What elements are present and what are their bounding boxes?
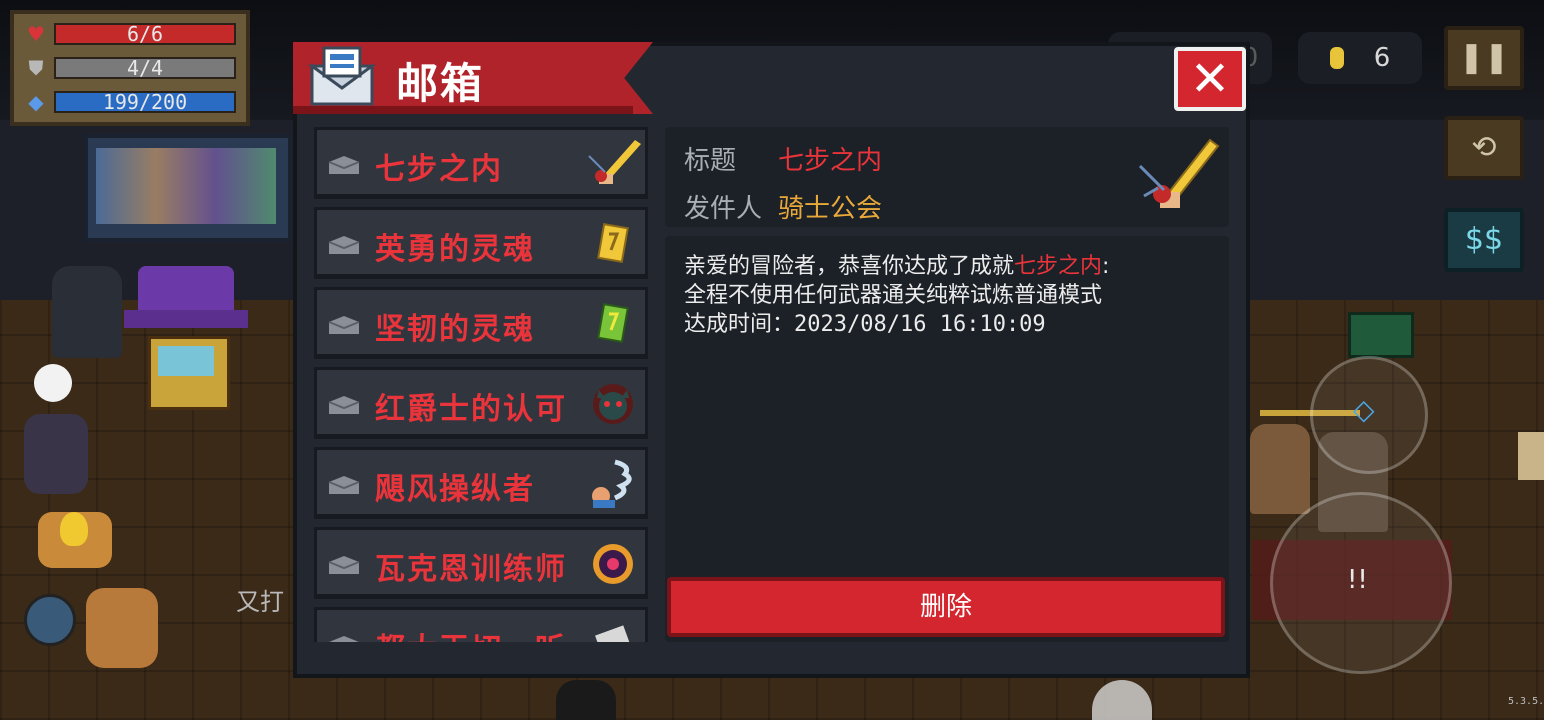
close-button[interactable]: ✕ bbox=[1174, 47, 1246, 111]
swap-icon: ⟲ bbox=[1471, 130, 1497, 165]
green-screen bbox=[1348, 312, 1414, 358]
body-line-3: 达成时间：2023/08/16 16:10:09 bbox=[684, 312, 1046, 337]
hp-bar: 6/6 bbox=[54, 23, 236, 45]
mail-item-label: 坚韧的灵魂 bbox=[375, 312, 535, 347]
bear-character bbox=[86, 588, 158, 668]
flame-orb-icon bbox=[593, 544, 633, 584]
title-value: 七步之内 bbox=[778, 146, 883, 176]
wall-sign bbox=[1518, 432, 1544, 480]
body-line-2: 全程不使用任何武器通关纯粹试炼普通模式 bbox=[684, 283, 1103, 308]
armor-bar: 4/4 bbox=[54, 57, 236, 79]
heart-icon: ♥ bbox=[27, 22, 45, 46]
mail-item-label: 英勇的灵魂 bbox=[375, 232, 535, 267]
attack-icon: !! bbox=[1347, 565, 1368, 595]
joystick-indicator[interactable] bbox=[34, 364, 72, 402]
knight-character bbox=[52, 266, 122, 358]
character-girl bbox=[24, 414, 88, 494]
envelope-icon bbox=[328, 396, 360, 414]
energy-row: ◆ 199/200 bbox=[22, 90, 236, 114]
skill-button[interactable]: ◇ bbox=[1310, 356, 1428, 474]
player-stats-panel: ♥ 6/6 ⛊ 4/4 ◆ 199/200 bbox=[10, 10, 250, 126]
demon-mask-icon bbox=[593, 384, 633, 424]
mailbox-title: 邮箱 bbox=[396, 59, 485, 108]
envelope-icon bbox=[329, 636, 359, 642]
delete-button[interactable]: 删除 bbox=[667, 577, 1225, 637]
sender-key: 发件人 bbox=[684, 194, 763, 224]
shop-button[interactable]: $$ bbox=[1444, 208, 1524, 272]
coin-icon bbox=[1329, 47, 1344, 69]
body-line-1: 亲爱的冒险者，恭喜你达成了成就七步之内: bbox=[684, 254, 1110, 279]
mailbox-envelope-icon bbox=[307, 44, 377, 108]
poster bbox=[84, 134, 292, 242]
close-icon: ✕ bbox=[1189, 51, 1231, 107]
gold-card-icon bbox=[597, 223, 629, 263]
vendor-machine bbox=[124, 246, 248, 410]
pause-button[interactable]: ❚❚ bbox=[1444, 26, 1524, 90]
background-chat-text: 又打 bbox=[236, 588, 284, 616]
achievement-sword-icon bbox=[1138, 138, 1220, 208]
hp-row: ♥ 6/6 bbox=[22, 22, 236, 46]
envelope-icon bbox=[328, 156, 360, 174]
title-key: 标题 bbox=[684, 146, 737, 176]
skill-icon: ◇ bbox=[1353, 393, 1375, 426]
mail-item-label: 七步之内 bbox=[375, 152, 503, 187]
envelope-icon bbox=[328, 556, 360, 574]
swap-weapon-button[interactable]: ⟲ bbox=[1444, 116, 1524, 180]
envelope-icon bbox=[328, 476, 360, 494]
mail-item[interactable]: 七步之内 bbox=[314, 127, 648, 199]
envelope-icon bbox=[328, 236, 360, 254]
npc-adventurer bbox=[1250, 424, 1310, 514]
achievement-name-highlight: 七步之内 bbox=[1014, 254, 1103, 279]
barrel bbox=[24, 594, 76, 646]
scroll-icon bbox=[595, 625, 634, 642]
coin-counter: 6 bbox=[1298, 32, 1422, 84]
money-icon: $$ bbox=[1464, 222, 1504, 257]
mail-body-text: 亲爱的冒险者，恭喜你达成了成就七步之内: 全程不使用任何武器通关纯粹试炼普通模式… bbox=[684, 252, 1214, 339]
yellow-flame bbox=[60, 512, 88, 546]
diamond-icon: ◆ bbox=[28, 90, 44, 114]
sword-icon bbox=[588, 140, 641, 184]
energy-bar: 199/200 bbox=[54, 91, 236, 113]
mail-item[interactable]: 英勇的灵魂 bbox=[314, 207, 648, 279]
bottom-character bbox=[556, 680, 616, 720]
version-label: 5.3.5.IS bbox=[1508, 696, 1544, 707]
mail-item[interactable]: 飓风操纵者 bbox=[314, 447, 648, 519]
mail-item-label: 红爵士的认可 bbox=[375, 392, 567, 427]
mail-item-label: 飓风操纵者 bbox=[375, 472, 535, 507]
shield-icon: ⛊ bbox=[28, 56, 44, 80]
tornado-icon bbox=[592, 459, 632, 508]
envelope-icon bbox=[328, 316, 360, 334]
achievement-time: 2023/08/16 16:10:09 bbox=[794, 312, 1046, 337]
mail-item[interactable]: 坚韧的灵魂 bbox=[314, 287, 648, 359]
green-card-icon bbox=[597, 303, 629, 343]
armor-row: ⛊ 4/4 bbox=[22, 56, 236, 80]
mail-item[interactable]: 瓦克恩训练师 bbox=[314, 527, 648, 599]
mail-list[interactable]: 七步之内 英勇的灵魂 坚韧的灵魂 红爵士的认可 飓风操纵者 瓦克恩训练师 都大王… bbox=[312, 127, 652, 642]
coin-count: 6 bbox=[1373, 43, 1391, 73]
mail-item-label: 瓦克恩训练师 bbox=[375, 552, 567, 587]
mail-item-label: 都大王切…听… bbox=[375, 624, 599, 642]
attack-button[interactable]: !! bbox=[1270, 492, 1452, 674]
mail-item[interactable]: 都大王切…听… bbox=[314, 607, 648, 642]
mail-item[interactable]: 红爵士的认可 bbox=[314, 367, 648, 439]
sender-value: 骑士公会 bbox=[778, 194, 883, 224]
pause-icon: ❚❚ bbox=[1458, 40, 1510, 75]
